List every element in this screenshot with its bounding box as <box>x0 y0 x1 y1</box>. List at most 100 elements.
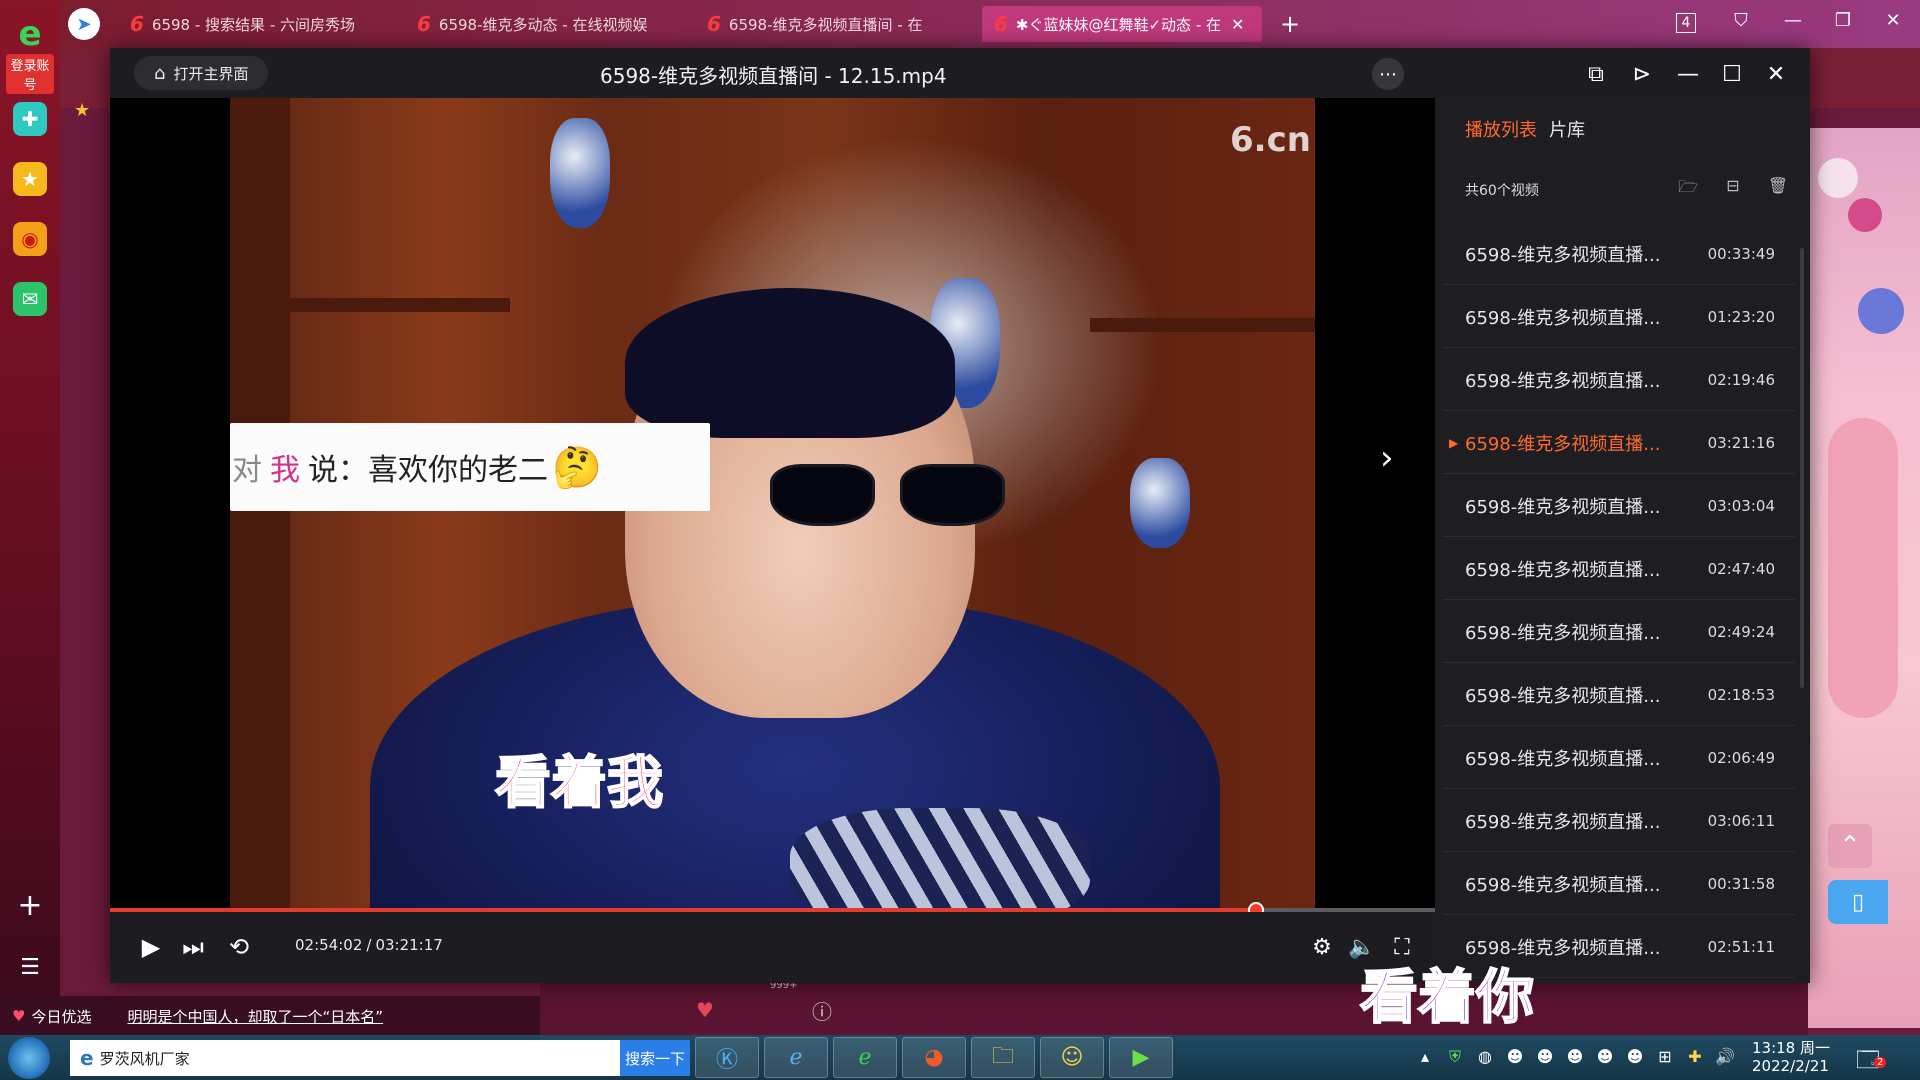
weibo-icon[interactable]: ◉ <box>13 222 47 256</box>
minimize-icon[interactable]: — <box>1778 10 1808 31</box>
taskbar-clock[interactable]: 13:18 周一 2022/2/21 <box>1752 1039 1830 1075</box>
restore-icon[interactable]: ❐ <box>1828 10 1858 31</box>
playlist-item[interactable]: 6598-维克多视频直播... 02:19:46 <box>1443 349 1795 411</box>
browser-tab-3[interactable]: 6 6598-维克多视频直播间 - 在 <box>695 6 975 42</box>
new-tab-icon[interactable]: + <box>1280 10 1300 38</box>
shirt-print <box>790 808 1090 908</box>
browser-tab-4-active[interactable]: 6 ✱ぐ蓝妹妹@红舞鞋✓动态 - 在 ✕ <box>982 6 1262 42</box>
folder-open-icon[interactable]: 🗁 <box>1677 176 1699 203</box>
browser-logo[interactable]: e 登录账号 <box>6 14 54 94</box>
playlist-item[interactable]: 6598-维克多视频直播... 03:06:11 <box>1443 790 1795 852</box>
tab-playlist[interactable]: 播放列表 <box>1465 116 1537 142</box>
playlist-item[interactable]: 6598-维克多视频直播... 02:18:53 <box>1443 664 1795 726</box>
folder-icon[interactable]: 🗀 <box>971 1037 1035 1078</box>
playlist-item-name: 6598-维克多视频直播... <box>1465 622 1661 644</box>
playlist-item[interactable]: 6598-维克多视频直播... 00:31:58 <box>1443 853 1795 915</box>
qq-icon[interactable]: ☺ <box>1040 1037 1104 1078</box>
security-icon[interactable]: ✚ <box>1684 1047 1706 1066</box>
ie-browser-icon[interactable]: ℯ <box>764 1037 828 1078</box>
minimize-icon[interactable]: — <box>1672 58 1704 90</box>
playlist-item[interactable]: 6598-维克多视频直播... 00:33:49 <box>1443 223 1795 285</box>
playlist-panel: 播放列表 片库 共60个视频 🗁 ⊟ 🗑 6598-维克多视频直播... 00:3… <box>1435 98 1810 983</box>
tab-close-icon[interactable]: ✕ <box>1231 15 1244 34</box>
sidebar-menu-icon[interactable]: ☰ <box>14 955 46 980</box>
browser-tab-2[interactable]: 6 6598-维克多动态 - 在线视频娱 <box>405 6 685 42</box>
player-title-bar[interactable]: ⌂ 打开主界面 6598-维克多视频直播间 - 12.15.mp4 ⋯ ⧉ ⊳ … <box>110 48 1810 98</box>
playlist-item[interactable]: 6598-维克多视频直播... 02:47:40 <box>1443 538 1795 600</box>
playlist-item-name: 6598-维克多视频直播... <box>1465 874 1661 896</box>
background-music-bar: ♥ 999+ ⓘ <box>540 980 1808 1035</box>
today-picks-label[interactable]: 今日优选 <box>31 1006 91 1027</box>
speaker-icon[interactable]: 🔊 <box>1714 1047 1736 1066</box>
next-track-icon[interactable]: ⏭ <box>176 930 210 964</box>
browser-tab-1[interactable]: 6 6598 - 搜索结果 - 六间房秀场 <box>118 6 393 42</box>
video-area[interactable]: 6.cn 看着我 对 我 说：喜欢你的老二 🤔 › <box>110 98 1435 908</box>
tab-count-badge[interactable]: 4 <box>1676 13 1696 33</box>
play-icon[interactable]: ▶ <box>134 930 168 964</box>
qq-tray-icon[interactable]: ☻ <box>1504 1047 1526 1066</box>
playlist-item-name: 6598-维克多视频直播... <box>1465 433 1661 455</box>
sunglasses-lens <box>900 464 1005 526</box>
six-logo-icon: 6 <box>417 12 431 36</box>
browser-360-icon[interactable]: ℯ <box>833 1037 897 1078</box>
playlist-item[interactable]: 6598-维克多视频直播... 01:23:20 <box>1443 286 1795 348</box>
shirt-icon[interactable]: ⛉ <box>1726 10 1756 31</box>
playlist-item[interactable]: 6598-维克多视频直播... 02:06:49 <box>1443 727 1795 789</box>
trash-icon[interactable]: 🗑 <box>1767 176 1789 195</box>
tray-expand-icon[interactable]: ▴ <box>1414 1047 1436 1066</box>
start-button[interactable] <box>8 1037 50 1079</box>
qq-tray-icon[interactable]: ☻ <box>1534 1047 1556 1066</box>
playlist-item-name: 6598-维克多视频直播... <box>1465 496 1661 518</box>
playlist-item-current[interactable]: ▶ 6598-维克多视频直播... 03:21:16 <box>1443 412 1795 474</box>
playlist-item[interactable]: 6598-维克多视频直播... 03:03:04 <box>1443 475 1795 537</box>
qq-tray-icon[interactable]: ☻ <box>1564 1047 1586 1066</box>
playlist-list[interactable]: 6598-维克多视频直播... 00:33:49 6598-维克多视频直播... 01… <box>1435 213 1810 983</box>
tray-app-icon[interactable]: ◍ <box>1474 1047 1496 1066</box>
loop-icon[interactable]: ⟲ <box>222 930 256 964</box>
vase-decoration <box>550 118 610 228</box>
mail-icon[interactable]: ✉ <box>13 282 47 316</box>
close-icon[interactable]: ✕ <box>1878 10 1908 31</box>
mini-mode-icon[interactable]: ⧉ <box>1580 58 1612 90</box>
taskbar-address-bar[interactable]: e 罗茨风机厂家 <box>70 1040 620 1076</box>
chevron-right-icon[interactable]: › <box>1380 438 1394 478</box>
news-headline-link[interactable]: 明明是个中国人，却取了一个“日本名” <box>127 1006 383 1027</box>
pin-icon[interactable]: ⊳ <box>1626 58 1658 90</box>
playlist-item-name: 6598-维克多视频直播... <box>1465 685 1661 707</box>
maximize-icon[interactable]: ☐ <box>1716 58 1748 90</box>
tab-library[interactable]: 片库 <box>1549 116 1585 142</box>
chrome-icon[interactable]: ◕ <box>902 1037 966 1078</box>
qq-tray-icon[interactable]: ☻ <box>1624 1047 1646 1066</box>
info-icon[interactable]: ⓘ <box>812 996 832 1025</box>
network-icon[interactable]: ⊞ <box>1654 1047 1676 1066</box>
playlist-item-duration: 03:03:04 <box>1707 496 1775 515</box>
search-button[interactable]: 搜索一下 <box>620 1040 690 1076</box>
add-folder-icon[interactable]: ⊟ <box>1722 176 1744 195</box>
player-controls: ▶ ⏭ ⟲ 02:54:02/03:21:17 ⚙ 🔈 ⛶ <box>110 912 1435 983</box>
add-circle-icon[interactable]: ✚ <box>13 102 47 136</box>
qq-tray-icon[interactable]: ☻ <box>1594 1047 1616 1066</box>
navigate-icon[interactable]: ➤ <box>68 8 100 40</box>
more-icon[interactable]: ⋯ <box>1372 58 1404 90</box>
playlist-scrollbar[interactable] <box>1800 248 1804 688</box>
heart-icon[interactable]: ♥ <box>696 998 714 1022</box>
notification-icon[interactable]: 🗔 2 <box>1856 1043 1887 1080</box>
playlist-item-duration: 00:33:49 <box>1707 244 1775 263</box>
thinking-emoji-icon: 🤔 <box>552 444 602 491</box>
danmu-text: 说：喜欢你的老二 <box>308 453 548 488</box>
scroll-top-icon[interactable]: ⌃ <box>1828 824 1872 868</box>
kugou-icon[interactable]: Ⓚ <box>695 1037 759 1078</box>
playlist-item-duration: 02:51:11 <box>1707 937 1775 956</box>
phone-icon[interactable]: ▯ <box>1828 880 1888 924</box>
settings-gear-icon[interactable]: ⚙ <box>1306 930 1338 964</box>
shield-icon[interactable]: ⛨ <box>1444 1047 1466 1067</box>
login-label[interactable]: 登录账号 <box>6 54 54 94</box>
video-player-icon[interactable]: ▶ <box>1109 1037 1173 1078</box>
open-main-button[interactable]: ⌂ 打开主界面 <box>134 56 269 90</box>
close-icon[interactable]: ✕ <box>1760 58 1792 90</box>
playlist-item-name: 6598-维克多视频直播... <box>1465 307 1661 329</box>
favorite-star-icon[interactable]: ★ <box>74 100 90 121</box>
star-icon[interactable]: ★ <box>13 162 47 196</box>
playlist-item[interactable]: 6598-维克多视频直播... 02:49:24 <box>1443 601 1795 663</box>
sidebar-add-icon[interactable]: + <box>14 888 46 923</box>
